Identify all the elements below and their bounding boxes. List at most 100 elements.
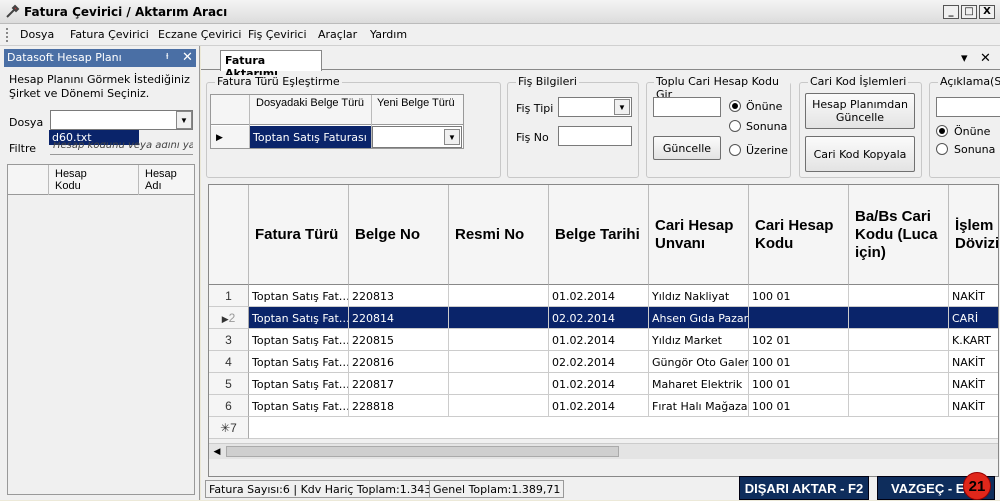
table-cell[interactable]: 01.02.2014 <box>549 373 649 395</box>
hesap-planindan-guncelle-button[interactable]: Hesap Planımdan Güncelle <box>805 93 915 129</box>
table-cell[interactable]: Toptan Satış Fat… <box>249 373 349 395</box>
menu-dosya[interactable]: Dosya <box>20 28 54 41</box>
table-cell[interactable] <box>849 351 949 373</box>
menu-yardim[interactable]: Yardım <box>370 28 407 41</box>
chevron-down-icon[interactable]: ▼ <box>176 111 192 129</box>
scroll-thumb[interactable] <box>226 446 619 457</box>
table-cell[interactable]: Toptan Satış Fat… <box>249 329 349 351</box>
table-cell[interactable]: NAKİT <box>949 395 998 417</box>
col-belge-tarihi[interactable]: Belge Tarihi <box>549 185 649 285</box>
hesap-grid[interactable]: Hesap Kodu Hesap Adı <box>7 164 195 495</box>
disari-aktar-button[interactable]: DIŞARI AKTAR - F2 <box>739 476 869 500</box>
horizontal-scrollbar[interactable]: ◀ <box>209 443 998 459</box>
cari-kod-kopyala-button[interactable]: Cari Kod Kopyala <box>805 136 915 172</box>
col-fatura-turu[interactable]: Fatura Türü <box>249 185 349 285</box>
yeni-belge-select[interactable]: ▼ <box>372 126 462 148</box>
table-cell[interactable] <box>849 307 949 329</box>
table-cell[interactable]: 01.02.2014 <box>549 395 649 417</box>
fatura-grid[interactable]: Fatura Türü Belge No Resmi No Belge Tari… <box>208 184 999 477</box>
dosya-select[interactable]: ▼ <box>50 110 193 130</box>
menu-fatura-cevirici[interactable]: Fatura Çevirici <box>70 28 149 41</box>
table-cell[interactable] <box>449 329 549 351</box>
row-number[interactable]: 5 <box>209 373 249 395</box>
scroll-left-icon[interactable]: ◀ <box>209 444 225 459</box>
row-number[interactable]: 6 <box>209 395 249 417</box>
table-cell[interactable]: 100 01 <box>749 351 849 373</box>
col-resmi-no[interactable]: Resmi No <box>449 185 549 285</box>
table-cell[interactable]: Yıldız Market <box>649 329 749 351</box>
aciklama-radio-sonuna[interactable] <box>936 143 948 155</box>
menu-eczane-cevirici[interactable]: Eczane Çevirici <box>158 28 241 41</box>
table-cell[interactable] <box>449 373 549 395</box>
table-cell[interactable] <box>849 329 949 351</box>
table-cell[interactable]: 220813 <box>349 285 449 307</box>
col-cari-hesap-unvani[interactable]: Cari Hesap Unvanı <box>649 185 749 285</box>
table-cell[interactable]: Toptan Satış Fat… <box>249 285 349 307</box>
table-cell[interactable]: 100 01 <box>749 285 849 307</box>
col-cari-hesap-kodu[interactable]: Cari Hesap Kodu <box>749 185 849 285</box>
table-cell[interactable]: Toptan Satış Fat… <box>249 351 349 373</box>
table-cell[interactable]: NAKİT <box>949 373 998 395</box>
table-cell[interactable]: 100 01 <box>749 395 849 417</box>
table-cell[interactable]: 102 01 <box>749 329 849 351</box>
col-islem-dovizi[interactable]: İşlem Dövizi <box>949 185 998 285</box>
tab-list-icon[interactable]: ▾ <box>961 50 968 66</box>
table-cell[interactable]: 02.02.2014 <box>549 351 649 373</box>
belge-turu-grid[interactable]: Dosyadaki Belge Türü Yeni Belge Türü ▶ T… <box>210 94 464 149</box>
table-cell[interactable]: 100 01 <box>749 373 849 395</box>
table-cell[interactable]: NAKİT <box>949 351 998 373</box>
table-cell[interactable] <box>449 351 549 373</box>
col-hesap-adi[interactable]: Hesap Adı <box>145 168 185 192</box>
table-cell[interactable]: 01.02.2014 <box>549 285 649 307</box>
table-cell[interactable]: Toptan Satış Fat… <box>249 307 349 329</box>
table-cell[interactable]: 228818 <box>349 395 449 417</box>
chevron-down-icon[interactable]: ▼ <box>614 99 630 115</box>
aciklama-radio-onune[interactable] <box>936 125 948 137</box>
table-cell[interactable] <box>749 307 849 329</box>
fis-no-input[interactable] <box>558 126 632 146</box>
new-row[interactable] <box>249 417 998 439</box>
minimize-button[interactable]: _ <box>943 5 959 19</box>
radio-onune[interactable] <box>729 100 741 112</box>
table-cell[interactable]: 220814 <box>349 307 449 329</box>
row-number[interactable]: 3 <box>209 329 249 351</box>
row-number[interactable]: 1 <box>209 285 249 307</box>
table-cell[interactable] <box>449 395 549 417</box>
close-button[interactable]: X <box>979 5 995 19</box>
menu-araclar[interactable]: Araçlar <box>318 28 357 41</box>
row-number[interactable]: ▶2 <box>209 307 249 329</box>
table-cell[interactable]: 220816 <box>349 351 449 373</box>
table-cell[interactable] <box>449 307 549 329</box>
table-cell[interactable]: 01.02.2014 <box>549 329 649 351</box>
table-cell[interactable] <box>849 395 949 417</box>
guncelle-button[interactable]: Güncelle <box>653 136 721 160</box>
new-row-marker[interactable]: ✳7 <box>209 417 249 439</box>
tab-close-icon[interactable]: ✕ <box>980 50 991 66</box>
table-cell[interactable]: 220815 <box>349 329 449 351</box>
tab-fatura-aktarimi[interactable]: Fatura Aktarımı <box>220 50 322 80</box>
table-cell[interactable]: 220817 <box>349 373 449 395</box>
col-belge-no[interactable]: Belge No <box>349 185 449 285</box>
table-cell[interactable] <box>849 373 949 395</box>
radio-uzerine[interactable] <box>729 144 741 156</box>
table-cell[interactable]: Yıldız Nakliyat <box>649 285 749 307</box>
col-hesap-kodu[interactable]: Hesap Kodu <box>55 168 115 192</box>
aciklama-input[interactable] <box>936 97 1000 117</box>
pin-icon[interactable]: ᵼ <box>166 50 168 62</box>
table-cell[interactable] <box>449 285 549 307</box>
table-cell[interactable]: NAKİT <box>949 285 998 307</box>
close-icon[interactable]: ✕ <box>182 49 193 65</box>
table-cell[interactable]: Ahsen Gıda Pazarı <box>649 307 749 329</box>
chevron-down-icon[interactable]: ▼ <box>444 129 460 145</box>
row-number[interactable]: 4 <box>209 351 249 373</box>
table-cell[interactable]: CARİ <box>949 307 998 329</box>
table-cell[interactable]: Fırat Halı Mağazası <box>649 395 749 417</box>
table-cell[interactable]: K.KART <box>949 329 998 351</box>
toplu-cari-input[interactable] <box>653 97 721 117</box>
belge-turu-cell[interactable]: Toptan Satış Faturası <box>250 126 371 148</box>
table-cell[interactable]: Güngör Oto Galeri <box>649 351 749 373</box>
table-cell[interactable]: 02.02.2014 <box>549 307 649 329</box>
filtre-input[interactable]: Hesap kodunu veya adını yaz <box>50 142 193 155</box>
menu-fis-cevirici[interactable]: Fiş Çevirici <box>248 28 307 41</box>
table-cell[interactable]: Maharet Elektrik <box>649 373 749 395</box>
